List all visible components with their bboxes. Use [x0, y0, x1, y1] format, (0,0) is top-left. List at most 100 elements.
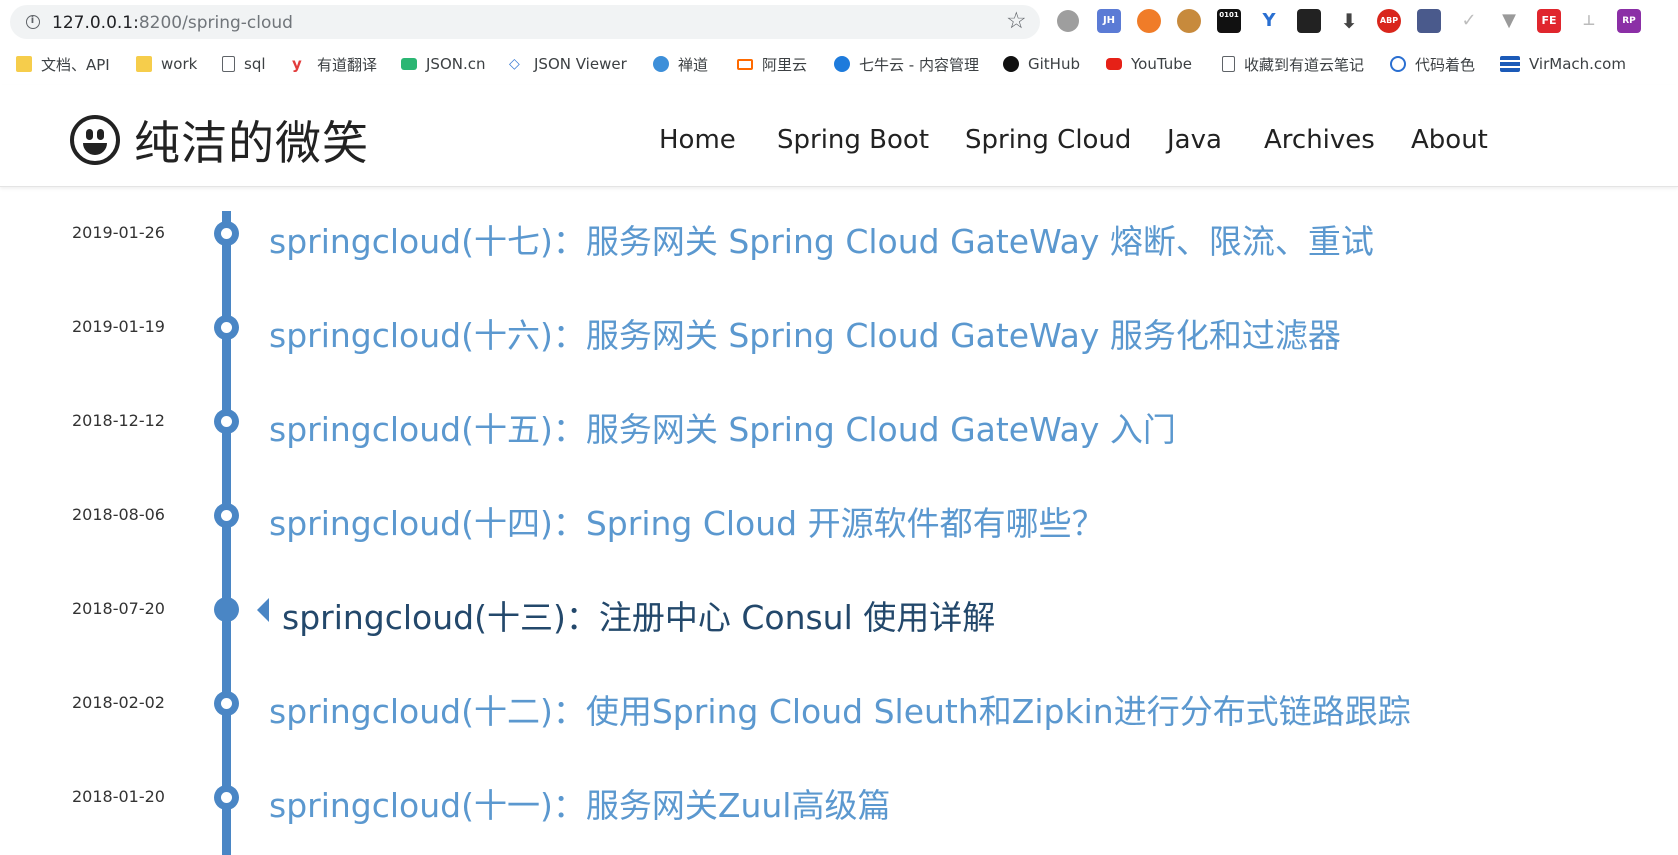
site-logo[interactable]: 纯洁的微笑 — [70, 107, 369, 173]
post-title-link[interactable]: springcloud(十二)：使用Spring Cloud Sleuth和Zi… — [269, 685, 1411, 733]
bookmark-label: GitHub — [1028, 55, 1080, 73]
post-date: 2018-02-02 — [72, 693, 165, 712]
github-icon — [1003, 56, 1019, 72]
bookmark-label: sql — [244, 55, 266, 73]
post-title-link[interactable]: springcloud(十五)：服务网关 Spring Cloud GateWa… — [269, 403, 1176, 451]
youdao-icon: y — [292, 55, 302, 73]
bookmark-label: 阿里云 — [762, 55, 808, 74]
timeline-item-active: 2018-07-20 springcloud(十三)：注册中心 Consul 使… — [0, 579, 1678, 639]
bookmark-label: VirMach.com — [1529, 55, 1626, 73]
grid-extension-icon[interactable] — [1417, 9, 1441, 33]
post-title-link[interactable]: springcloud(十四)：Spring Cloud 开源软件都有哪些？ — [269, 497, 1105, 545]
json-viewer-icon: ◇ — [509, 56, 520, 72]
json-icon — [401, 58, 417, 70]
timeline-item: 2018-08-06 springcloud(十四)：Spring Cloud … — [0, 485, 1678, 545]
bookmark-label: 禅道 — [678, 55, 709, 74]
bookmark-label: 代码着色 — [1415, 55, 1476, 74]
bookmark-json-viewer[interactable]: ◇ JSON Viewer — [509, 52, 627, 76]
bookmark-star-icon[interactable]: ☆ — [1006, 8, 1027, 34]
bookmark-sql[interactable]: sql — [222, 52, 266, 76]
timeline-dot-active — [214, 597, 239, 622]
bookmark-youtube[interactable]: YouTube — [1106, 52, 1192, 76]
timeline-dot — [214, 409, 239, 434]
folder-icon — [136, 56, 152, 72]
download-arrow-extension-icon[interactable]: ⬇ — [1337, 9, 1361, 33]
bookmark-virmach[interactable]: VirMach.com — [1500, 52, 1626, 76]
bookmark-label: 收藏到有道云笔记 — [1244, 55, 1365, 74]
bookmark-code-color[interactable]: 代码着色 — [1390, 52, 1475, 76]
post-date: 2018-08-06 — [72, 505, 165, 524]
sitemap-extension-icon[interactable]: ⊥ — [1577, 9, 1601, 33]
bookmark-label: 七牛云 - 内容管理 — [859, 55, 979, 74]
qiniu-icon — [834, 56, 850, 72]
bookmark-youdao-translate[interactable]: y 有道翻译 — [292, 52, 377, 76]
address-bar[interactable]: 127.0.0.1:8200/spring-cloud ☆ — [10, 5, 1040, 39]
bookmark-json-cn[interactable]: JSON.cn — [401, 52, 486, 76]
bookmark-label: 文档、API — [41, 55, 110, 74]
nav-java[interactable]: Java — [1167, 125, 1222, 155]
bookmark-qiniu[interactable]: 七牛云 - 内容管理 — [834, 52, 979, 76]
gray-circle-extension-icon[interactable] — [1057, 10, 1079, 32]
check-extension-icon[interactable]: ✓ — [1457, 9, 1481, 33]
vue-extension-icon[interactable]: ▼ — [1497, 9, 1521, 33]
post-title-link[interactable]: springcloud(十三)：注册中心 Consul 使用详解 — [282, 591, 995, 639]
post-title-link[interactable]: springcloud(十七)：服务网关 Spring Cloud GateWa… — [269, 215, 1374, 263]
timeline-dot — [214, 221, 239, 246]
caret-left-icon — [257, 598, 269, 622]
bookmark-aliyun[interactable]: 阿里云 — [737, 52, 807, 76]
y-extension-icon[interactable]: Y — [1257, 9, 1281, 33]
bookmark-label: YouTube — [1131, 55, 1192, 73]
bookmark-work[interactable]: work — [136, 52, 197, 76]
bookmarks-bar: 文档、API work sql y 有道翻译 JSON.cn ◇ JSON Vi… — [0, 47, 1678, 81]
aliyun-icon — [737, 58, 753, 70]
rp-extension-icon[interactable]: RP — [1617, 9, 1641, 33]
fe-extension-icon[interactable]: FE — [1537, 9, 1561, 33]
url-path: 8200/spring-cloud — [138, 13, 293, 33]
post-title-link[interactable]: springcloud(十六)：服务网关 Spring Cloud GateWa… — [269, 309, 1341, 357]
post-date: 2018-01-20 — [72, 787, 165, 806]
timeline-dot — [214, 503, 239, 528]
bookmark-github[interactable]: GitHub — [1003, 52, 1080, 76]
virmach-icon — [1500, 56, 1520, 72]
page-icon — [1222, 56, 1235, 72]
orange-lifebuoy-extension-icon[interactable] — [1137, 9, 1161, 33]
abp-extension-icon[interactable]: ABP — [1377, 9, 1401, 33]
timeline-item: 2019-01-26 springcloud(十七)：服务网关 Spring C… — [0, 203, 1678, 263]
timeline-item: 2018-12-12 springcloud(十五)：服务网关 Spring C… — [0, 391, 1678, 451]
timeline-item: 2019-01-19 springcloud(十六)：服务网关 Spring C… — [0, 297, 1678, 357]
cookie-extension-icon[interactable] — [1177, 9, 1201, 33]
nav-home[interactable]: Home — [659, 125, 736, 155]
timeline-dot — [214, 691, 239, 716]
site-info-icon[interactable] — [26, 15, 40, 29]
bookmark-label: 有道翻译 — [317, 55, 378, 74]
timeline-item: 2018-01-20 springcloud(十一)：服务网关Zuul高级篇 — [0, 767, 1678, 827]
page-icon — [222, 56, 235, 72]
binary-extension-icon[interactable]: 0101 — [1217, 9, 1241, 33]
bookmark-docs-api[interactable]: 文档、API — [16, 52, 110, 76]
url-text[interactable]: 127.0.0.1:8200/spring-cloud — [52, 13, 293, 33]
post-date: 2019-01-26 — [72, 223, 165, 242]
post-title-link[interactable]: springcloud(十一)：服务网关Zuul高级篇 — [269, 779, 890, 827]
nav-spring-boot[interactable]: Spring Boot — [777, 125, 929, 155]
jh-extension-icon[interactable]: JH — [1097, 9, 1121, 33]
bookmark-zentao[interactable]: 禅道 — [653, 52, 708, 76]
youtube-icon — [1106, 58, 1122, 70]
bookmark-label: JSON Viewer — [534, 55, 627, 73]
code-color-icon — [1390, 56, 1406, 72]
folder-icon — [16, 56, 32, 72]
zentao-icon — [653, 56, 669, 72]
bookmark-label: work — [161, 55, 198, 73]
smiley-icon — [70, 115, 120, 165]
post-date: 2018-07-20 — [72, 599, 165, 618]
bookmark-youdao-note[interactable]: 收藏到有道云笔记 — [1222, 52, 1364, 76]
timeline-item: 2018-02-02 springcloud(十二)：使用Spring Clou… — [0, 673, 1678, 733]
mask-extension-icon[interactable] — [1297, 9, 1321, 33]
browser-toolbar: 127.0.0.1:8200/spring-cloud ☆ JH 0101 Y … — [0, 0, 1678, 42]
nav-about[interactable]: About — [1411, 125, 1488, 155]
bookmark-label: JSON.cn — [426, 55, 486, 73]
nav-spring-cloud[interactable]: Spring Cloud — [965, 125, 1131, 155]
site-header: 纯洁的微笑 Home Spring Boot Spring Cloud Java… — [0, 85, 1678, 187]
post-date: 2018-12-12 — [72, 411, 165, 430]
nav-archives[interactable]: Archives — [1264, 125, 1375, 155]
site-title[interactable]: 纯洁的微笑 — [134, 107, 369, 173]
